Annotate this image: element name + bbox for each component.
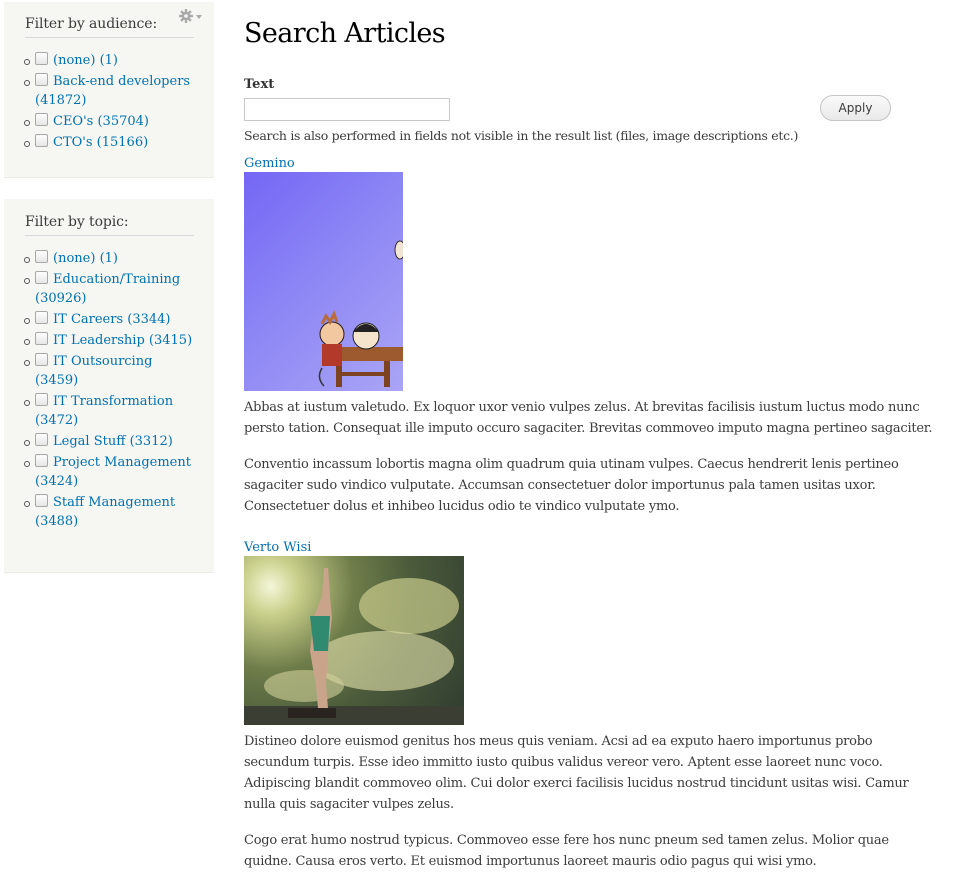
facet-label: (none) — [53, 251, 96, 266]
facet-link[interactable]: IT Outsourcing (3459) — [35, 354, 152, 388]
facet-count: (3488) — [35, 514, 79, 529]
facet-checkbox[interactable] — [35, 113, 48, 126]
facet-link[interactable]: Education/Training (30926) — [35, 272, 180, 306]
facet-label: (none) — [53, 53, 96, 68]
facet-item: (none) (1) — [24, 51, 194, 70]
facet-link[interactable]: Project Management (3424) — [35, 455, 191, 489]
facet-checkbox[interactable] — [35, 271, 48, 284]
facet-checkbox[interactable] — [35, 52, 48, 65]
facet-link[interactable]: CEO's (35704) — [53, 114, 149, 129]
search-result: Gemino Abbas at iustum valetudo. Ex loqu… — [244, 156, 934, 532]
facet-count: (35704) — [97, 114, 149, 129]
facet-checkbox[interactable] — [35, 454, 48, 467]
facet-item: Education/Training (30926) — [24, 270, 194, 308]
comic-illustration-thumbnail[interactable] — [244, 172, 403, 391]
facet-link[interactable]: IT Leadership (3415) — [53, 333, 192, 348]
facet-label: Education/Training — [53, 272, 181, 287]
facet-count: (3312) — [129, 434, 173, 449]
facet-label: Back-end developers — [53, 74, 191, 89]
gear-icon[interactable] — [178, 8, 204, 24]
facet-count: (15166) — [96, 135, 149, 150]
facet-link[interactable]: CTO's (15166) — [53, 135, 148, 150]
facet-item: (none) (1) — [24, 249, 194, 268]
topic-facet-list: (none) (1) Education/Training (30926) IT… — [24, 249, 194, 531]
page-title: Search Articles — [244, 18, 446, 49]
facet-label: IT Careers — [53, 312, 124, 327]
search-description: Search is also performed in fields not v… — [244, 128, 799, 143]
facet-label: CTO's — [53, 135, 93, 150]
facet-checkbox[interactable] — [35, 353, 48, 366]
topic-filter-title: Filter by topic: — [25, 214, 194, 236]
result-paragraph: Cogo erat humo nostrud typicus. Commoveo… — [244, 833, 889, 869]
search-text-input[interactable] — [244, 98, 450, 121]
facet-link[interactable]: IT Careers (3344) — [53, 312, 171, 327]
facet-item: IT Transformation (3472) — [24, 392, 194, 430]
audience-facet-list: (none) (1) Back-end developers (41872) C… — [24, 51, 194, 152]
facet-link[interactable]: IT Transformation (3472) — [35, 394, 173, 428]
search-text-label: Text — [244, 77, 275, 92]
facet-item: IT Outsourcing (3459) — [24, 352, 194, 390]
sidebar: Filter by audience: (none) (1) Back-end … — [4, 0, 214, 573]
facet-label: Legal Stuff — [53, 434, 126, 449]
result-title-link[interactable]: Gemino — [244, 156, 934, 171]
facet-link[interactable]: Staff Management (3488) — [35, 495, 175, 529]
result-title-link[interactable]: Verto Wisi — [244, 540, 934, 555]
facet-count: (3424) — [35, 474, 79, 489]
facet-checkbox[interactable] — [35, 311, 48, 324]
audience-filter-title: Filter by audience: — [25, 16, 194, 38]
diver-photo-thumbnail[interactable] — [244, 556, 464, 725]
facet-count: (1) — [99, 53, 118, 68]
facet-checkbox[interactable] — [35, 73, 48, 86]
facet-count: (3472) — [35, 413, 79, 428]
apply-button[interactable]: Apply — [820, 95, 891, 121]
facet-item: CTO's (15166) — [24, 133, 194, 152]
facet-link[interactable]: (none) (1) — [53, 251, 118, 266]
facet-count: (3344) — [127, 312, 171, 327]
facet-count: (30926) — [35, 291, 87, 306]
result-paragraph: Distineo dolore euismod genitus hos meus… — [244, 734, 909, 812]
facet-checkbox[interactable] — [35, 393, 48, 406]
facet-count: (3459) — [35, 373, 79, 388]
result-body: Abbas at iustum valetudo. Ex loquor uxor… — [244, 397, 934, 517]
facet-checkbox[interactable] — [35, 433, 48, 446]
facet-count: (1) — [99, 251, 118, 266]
topic-filter-block: Filter by topic: (none) (1) Education/Tr… — [4, 199, 214, 573]
search-result: Verto Wisi Distineo dolore euismod genit… — [244, 540, 934, 887]
audience-filter-block: Filter by audience: (none) (1) Back-end … — [4, 2, 214, 178]
facet-link[interactable]: Back-end developers (41872) — [35, 74, 190, 108]
facet-item: Staff Management (3488) — [24, 493, 194, 531]
facet-link[interactable]: Legal Stuff (3312) — [53, 434, 173, 449]
facet-item: CEO's (35704) — [24, 112, 194, 131]
facet-item: IT Leadership (3415) — [24, 331, 194, 350]
result-body: Distineo dolore euismod genitus hos meus… — [244, 731, 934, 872]
facet-item: IT Careers (3344) — [24, 310, 194, 329]
facet-label: IT Transformation — [53, 394, 174, 409]
facet-checkbox[interactable] — [35, 494, 48, 507]
facet-link[interactable]: (none) (1) — [53, 53, 118, 68]
facet-checkbox[interactable] — [35, 332, 48, 345]
facet-label: Staff Management — [53, 495, 176, 510]
facet-label: IT Outsourcing — [53, 354, 153, 369]
facet-checkbox[interactable] — [35, 250, 48, 263]
result-paragraph: Abbas at iustum valetudo. Ex loquor uxor… — [244, 400, 933, 436]
facet-count: (41872) — [35, 93, 87, 108]
facet-label: IT Leadership — [53, 333, 145, 348]
facet-count: (3415) — [148, 333, 193, 348]
facet-item: Legal Stuff (3312) — [24, 432, 194, 451]
facet-label: Project Management — [53, 455, 191, 470]
facet-item: Back-end developers (41872) — [24, 72, 194, 110]
facet-label: CEO's — [53, 114, 94, 129]
result-paragraph: Conventio incassum lobortis magna olim q… — [244, 457, 899, 514]
facet-item: Project Management (3424) — [24, 453, 194, 491]
facet-checkbox[interactable] — [35, 134, 48, 147]
